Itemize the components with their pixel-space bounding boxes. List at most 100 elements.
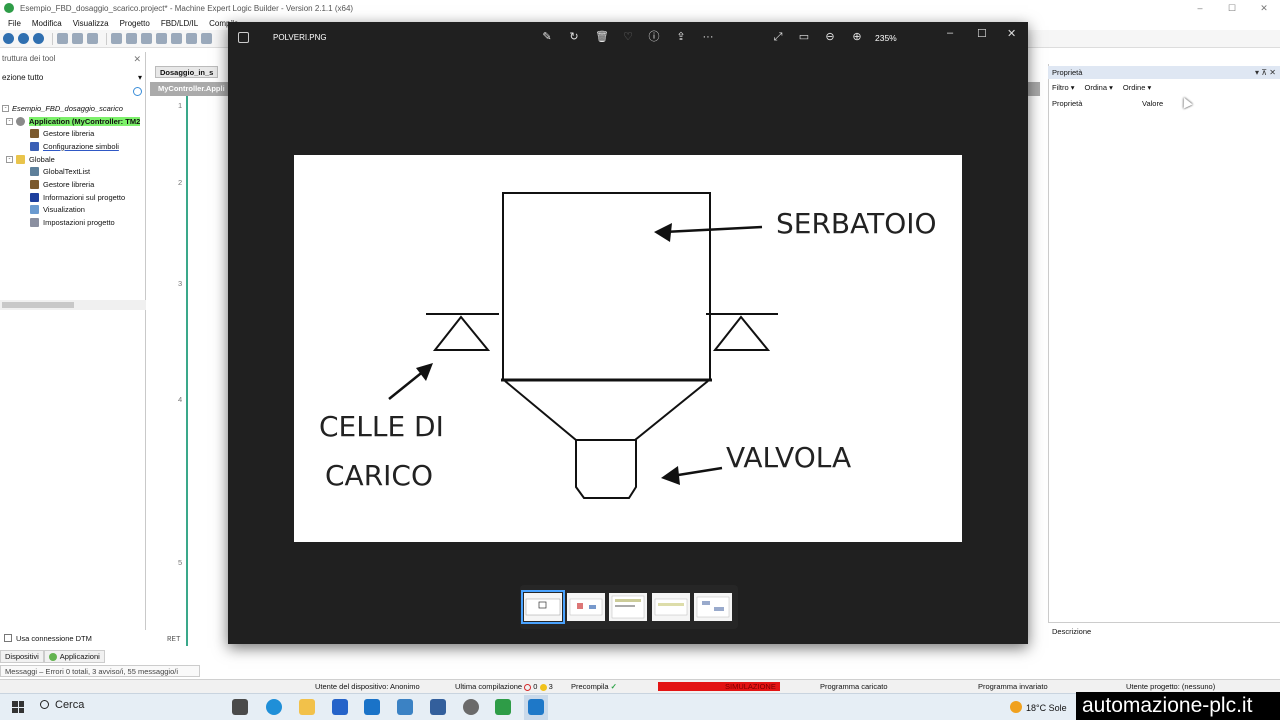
horizontal-scrollbar[interactable] xyxy=(0,300,146,310)
thumbnail-5[interactable] xyxy=(694,593,732,621)
menu-visualizza[interactable]: Visualizza xyxy=(73,19,109,28)
tree-filter-select[interactable]: ezione tutto ▾ xyxy=(0,72,146,84)
taskbar-search-label: Cerca xyxy=(55,699,85,711)
search-icon[interactable] xyxy=(133,87,142,96)
tree-item-textlist[interactable]: GlobalTextList xyxy=(0,165,146,178)
thumbnail-2[interactable] xyxy=(567,593,605,621)
editor-tab[interactable]: Dosaggio_in_s xyxy=(155,66,219,78)
close-button[interactable]: ✕ xyxy=(1248,0,1280,16)
filter-button[interactable]: Filtro ▾ xyxy=(1052,83,1075,92)
copy-icon[interactable] xyxy=(171,33,182,44)
open-folder-icon[interactable] xyxy=(72,33,83,44)
photos-icon[interactable] xyxy=(528,699,544,715)
tree-item-symbols[interactable]: Configurazione simboli xyxy=(0,140,146,153)
tab-applicazioni[interactable]: Applicazioni xyxy=(43,650,105,663)
order-button[interactable]: Ordine ▾ xyxy=(1123,83,1151,92)
info-icon[interactable]: ⓘ xyxy=(648,31,660,43)
collapse-icon[interactable]: - xyxy=(2,104,9,112)
trash-icon[interactable]: 🗑 xyxy=(595,31,609,43)
forward-icon[interactable] xyxy=(18,33,29,44)
delete-icon[interactable] xyxy=(201,33,212,44)
tree-item-label: Impostazioni progetto xyxy=(43,218,115,228)
redo-icon[interactable] xyxy=(141,33,152,44)
precompile[interactable]: Precompila ✓ xyxy=(571,682,617,691)
taskbar-search[interactable]: Cerca xyxy=(40,699,84,711)
fullscreen-icon[interactable]: ⤢ xyxy=(772,31,784,43)
thumbnail-4[interactable] xyxy=(652,593,690,621)
edit-icon[interactable]: ✎ xyxy=(541,31,553,43)
thumbnail-1[interactable] xyxy=(521,590,565,624)
pane-controls[interactable]: ▾ ⊼ ✕ xyxy=(1255,66,1276,79)
mail-icon[interactable] xyxy=(364,699,380,715)
menu-modifica[interactable]: Modifica xyxy=(32,19,62,28)
menu-progetto[interactable]: Progetto xyxy=(120,19,150,28)
minimize-button[interactable]: – xyxy=(1184,0,1216,16)
more-icon[interactable]: ··· xyxy=(702,31,714,43)
viewer-maximize-button[interactable]: ☐ xyxy=(977,27,987,40)
arrow-valvola-line xyxy=(671,466,723,478)
windows-start-icon[interactable] xyxy=(12,701,24,713)
simulation-badge[interactable]: SIMULAZIONE xyxy=(721,682,780,691)
tree-item-visualization[interactable]: Visualization xyxy=(0,204,146,217)
app-icon[interactable] xyxy=(463,699,479,715)
arrow-serbatoio-head xyxy=(654,223,672,242)
gallery-icon[interactable] xyxy=(238,32,249,43)
zoom-in-icon[interactable]: ⊕ xyxy=(851,31,863,43)
tree-item-library-global[interactable]: Gestore libreria xyxy=(0,178,146,191)
scrollbar-thumb[interactable] xyxy=(2,302,74,308)
pane-close-icon[interactable]: ✕ xyxy=(133,54,141,65)
tab-dispositivi[interactable]: Dispositivi xyxy=(0,650,44,663)
back-icon[interactable] xyxy=(3,33,14,44)
pane-header: truttura dei tool xyxy=(2,54,56,63)
collapse-icon[interactable]: - xyxy=(6,117,13,125)
checkbox-icon[interactable] xyxy=(4,634,12,642)
last-compile-label: Ultima compilazione xyxy=(455,682,523,691)
share-icon[interactable]: ⇪ xyxy=(675,31,687,43)
column-header-property[interactable]: Proprietà xyxy=(1052,99,1082,108)
tree-item-project-info[interactable]: Informazioni sul progetto xyxy=(0,191,146,204)
warning-count: 3 xyxy=(548,682,553,691)
store-icon[interactable] xyxy=(332,699,348,715)
file-explorer-icon[interactable] xyxy=(299,699,315,715)
sort-button[interactable]: Ordina ▾ xyxy=(1085,83,1113,92)
rotate-icon[interactable]: ↻ xyxy=(568,31,580,43)
app-icon[interactable] xyxy=(430,699,446,715)
tree-item-globale[interactable]: - Globale xyxy=(0,153,146,166)
tree-root[interactable]: - Esempio_FBD_dosaggio_scarico xyxy=(0,102,146,115)
app-icon[interactable] xyxy=(397,699,413,715)
tree-item-library[interactable]: Gestore libreria xyxy=(0,127,146,140)
column-header-value[interactable]: Valore xyxy=(1142,99,1163,108)
title-bar: Esempio_FBD_dosaggio_scarico.project* - … xyxy=(0,0,1280,16)
machine-expert-icon[interactable] xyxy=(495,699,511,715)
cut-icon[interactable] xyxy=(156,33,167,44)
tree-item-project-settings[interactable]: Impostazioni progetto xyxy=(0,216,146,229)
zoom-out-icon[interactable]: ⊖ xyxy=(824,31,836,43)
tree-item-label: Esempio_FBD_dosaggio_scarico xyxy=(12,103,123,113)
nav-dropdown-icon[interactable] xyxy=(33,33,44,44)
fit-icon[interactable]: ▭ xyxy=(798,31,810,43)
load-cell-left-icon xyxy=(432,315,491,351)
undo-icon[interactable] xyxy=(126,33,137,44)
viewer-minimize-button[interactable]: – xyxy=(947,27,953,39)
chevron-down-icon[interactable]: ▾ xyxy=(138,72,142,84)
weather-widget[interactable]: 18°C Sole xyxy=(1010,701,1067,713)
task-view-icon[interactable] xyxy=(232,699,248,715)
heart-icon[interactable]: ♡ xyxy=(622,31,634,43)
tree-item-application[interactable]: - Application (MyController: TM2 xyxy=(0,115,146,128)
menu-file[interactable]: File xyxy=(8,19,21,28)
dtm-connection-checkbox[interactable]: Usa connessione DTM xyxy=(4,632,92,644)
save-icon[interactable] xyxy=(87,33,98,44)
tab-label: Applicazioni xyxy=(59,652,100,661)
thumbnail-3[interactable] xyxy=(609,593,647,621)
messages-tab[interactable]: Messaggi – Errori 0 totali, 3 avviso/i, … xyxy=(0,665,200,677)
print-icon[interactable] xyxy=(111,33,122,44)
tree-item-label: Gestore libreria xyxy=(43,179,95,189)
edge-browser-icon[interactable] xyxy=(266,699,282,715)
new-file-icon[interactable] xyxy=(57,33,68,44)
viewer-close-button[interactable]: ✕ xyxy=(1007,27,1016,40)
menu-fbd[interactable]: FBD/LD/IL xyxy=(161,19,198,28)
collapse-icon[interactable]: - xyxy=(6,155,13,163)
valve-body xyxy=(575,440,637,499)
paste-icon[interactable] xyxy=(186,33,197,44)
maximize-button[interactable]: ☐ xyxy=(1216,0,1248,16)
